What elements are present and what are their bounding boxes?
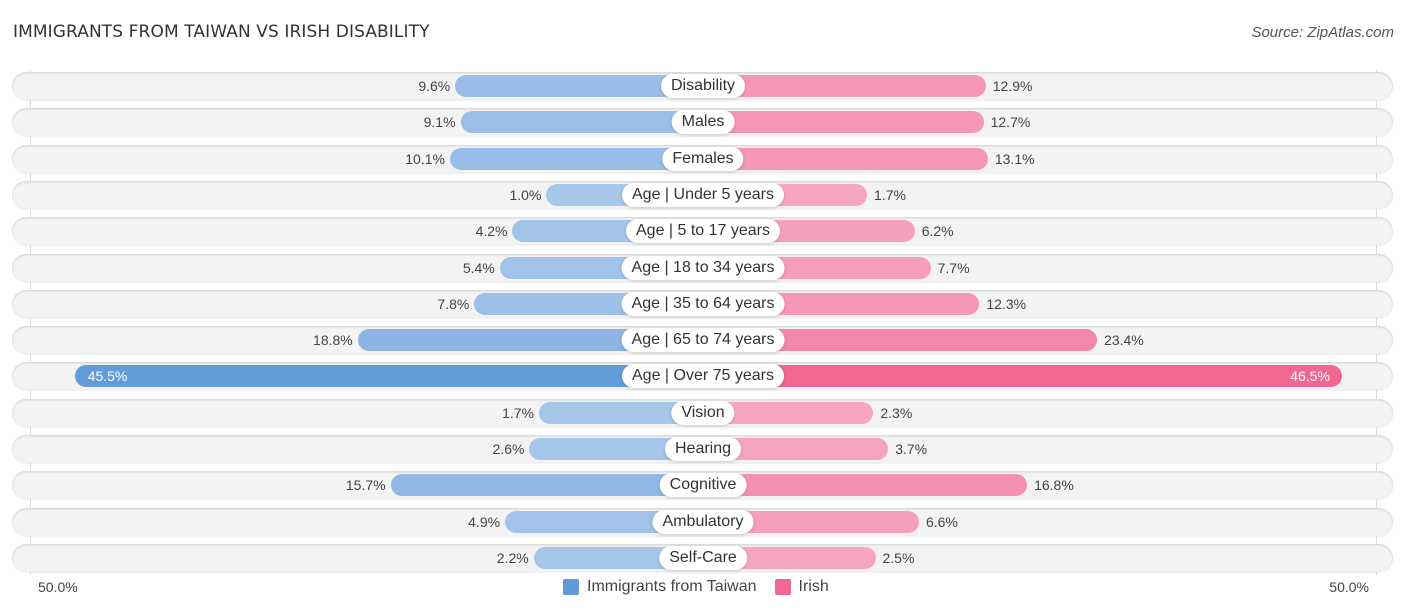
category-label: Age | 65 to 74 years — [621, 328, 785, 353]
legend-label-taiwan: Immigrants from Taiwan — [587, 578, 757, 595]
value-label-taiwan: 5.4% — [462, 259, 495, 276]
value-label-taiwan: 4.9% — [468, 513, 501, 530]
category-label: Males — [671, 110, 735, 135]
category-label: Age | Under 5 years — [621, 182, 785, 207]
legend-item-irish: Irish — [774, 578, 829, 596]
legend-item-taiwan: Immigrants from Taiwan — [563, 578, 757, 596]
source-credit: Source: ZipAtlas.com — [1251, 24, 1394, 41]
chart-title: IMMIGRANTS FROM TAIWAN VS IRISH DISABILI… — [13, 22, 430, 42]
bar-taiwan — [74, 365, 703, 388]
legend-swatch-irish — [774, 579, 791, 595]
category-label: Age | 18 to 34 years — [621, 255, 785, 280]
bar-irish — [703, 111, 984, 134]
category-label: Vision — [671, 400, 735, 425]
value-label-irish: 13.1% — [994, 150, 1035, 167]
value-label-taiwan: 2.6% — [492, 441, 525, 457]
bar-irish — [703, 474, 1028, 497]
value-label-irish: 2.3% — [880, 404, 913, 421]
category-label: Cognitive — [659, 473, 747, 498]
category-label: Age | Over 75 years — [622, 364, 784, 389]
category-label: Disability — [660, 74, 746, 98]
value-label-irish: 2.5% — [882, 549, 915, 566]
category-label: Age | 35 to 64 years — [621, 291, 785, 316]
value-label-irish: 6.6% — [925, 513, 958, 530]
value-label-taiwan: 7.8% — [437, 295, 470, 312]
category-label: Hearing — [664, 437, 742, 461]
value-label-irish: 46.5% — [1290, 368, 1330, 385]
axis-label-left: 50.0% — [38, 579, 78, 595]
value-label-irish: 12.9% — [992, 78, 1033, 94]
value-label-taiwan: 9.1% — [423, 114, 456, 131]
value-label-taiwan: 18.8% — [313, 332, 353, 349]
category-label: Self-Care — [659, 545, 747, 570]
value-label-irish: 12.3% — [986, 295, 1027, 312]
category-label: Females — [662, 146, 744, 171]
value-label-irish: 6.2% — [921, 223, 954, 240]
category-label: Ambulatory — [652, 509, 754, 534]
value-label-irish: 12.7% — [990, 114, 1031, 131]
bar-irish — [703, 365, 1342, 388]
bar-taiwan — [390, 474, 703, 497]
legend: Immigrants from Taiwan Irish — [563, 578, 847, 596]
value-label-taiwan: 1.0% — [509, 186, 542, 203]
value-label-irish: 23.4% — [1104, 332, 1144, 349]
value-label-irish: 16.8% — [1034, 477, 1074, 494]
value-label-taiwan: 45.5% — [87, 368, 128, 385]
category-label: Age | 5 to 17 years — [625, 219, 781, 244]
bar-taiwan — [460, 111, 703, 134]
value-label-taiwan: 4.2% — [475, 223, 508, 240]
legend-label-irish: Irish — [798, 578, 829, 595]
value-label-irish: 3.7% — [895, 441, 928, 457]
axis-label-right: 50.0% — [1329, 579, 1369, 595]
value-label-irish: 1.7% — [874, 186, 906, 203]
bar-irish — [703, 147, 988, 170]
bar-irish — [703, 75, 986, 97]
value-label-taiwan: 2.2% — [496, 549, 529, 566]
value-label-irish: 7.7% — [937, 259, 970, 276]
value-label-taiwan: 15.7% — [345, 477, 386, 494]
value-label-taiwan: 1.7% — [502, 404, 534, 421]
value-label-taiwan: 9.6% — [418, 78, 451, 94]
value-label-taiwan: 10.1% — [405, 150, 445, 167]
legend-swatch-taiwan — [563, 579, 579, 595]
